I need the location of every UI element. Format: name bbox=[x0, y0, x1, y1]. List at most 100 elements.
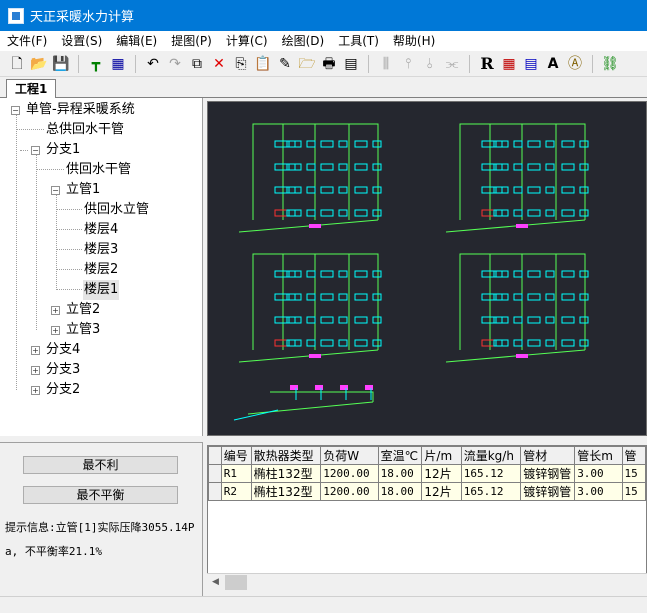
tree-node-branch-1-pipe[interactable]: 供回水干管 bbox=[66, 160, 131, 180]
tree-node-main-pipe[interactable]: 总供回水干管 bbox=[46, 120, 124, 140]
tree-node-riser-1[interactable]: 立管1 bbox=[66, 180, 100, 200]
col-diameter[interactable]: 管 bbox=[621, 446, 646, 465]
table-horizontal-scrollbar[interactable]: ◀ bbox=[207, 573, 647, 590]
radiator-symbol bbox=[338, 186, 348, 194]
cell[interactable]: 165.12 bbox=[460, 482, 522, 501]
grid-table-icon[interactable]: ▦ bbox=[109, 55, 127, 73]
cell[interactable]: 15 bbox=[621, 482, 646, 501]
tree-node-branch-1[interactable]: 分支1 bbox=[46, 140, 80, 160]
cell[interactable]: 15 bbox=[621, 464, 646, 483]
col-sections[interactable]: 片/m bbox=[421, 446, 462, 465]
riser-down-icon[interactable]: ⫰ bbox=[421, 55, 439, 73]
cell[interactable]: 165.12 bbox=[460, 464, 522, 483]
cell[interactable]: 椭柱132型 bbox=[250, 464, 322, 483]
menu-tools[interactable]: 工具(T) bbox=[331, 31, 386, 51]
cell[interactable]: 镀锌钢管 bbox=[520, 482, 576, 501]
tab-project-1[interactable]: 工程1 bbox=[6, 79, 57, 99]
resistance-icon[interactable]: R bbox=[478, 54, 496, 73]
new-file-icon[interactable]: 🗋 bbox=[8, 55, 26, 73]
most-unbalanced-button[interactable]: 最不平衡 bbox=[23, 486, 178, 504]
cell[interactable]: 1200.00 bbox=[320, 482, 379, 501]
branch-icon[interactable]: ⫘ bbox=[443, 55, 461, 73]
col-room-temp[interactable]: 室温℃ bbox=[377, 446, 423, 465]
col-id[interactable]: 编号 bbox=[220, 446, 252, 465]
edit-node-icon[interactable]: ✎ bbox=[276, 55, 294, 73]
tree-node-system[interactable]: 单管-异程采暖系统 bbox=[26, 100, 135, 120]
menu-settings[interactable]: 设置(S) bbox=[54, 31, 109, 51]
table-row[interactable]: R2 椭柱132型 1200.00 18.00 12片 165.12 镀锌钢管 … bbox=[208, 482, 646, 501]
collapse-icon[interactable]: − bbox=[11, 106, 20, 115]
cell[interactable]: 12片 bbox=[421, 482, 462, 501]
copy-icon[interactable]: ⎘ bbox=[232, 55, 250, 73]
menu-draw[interactable]: 绘图(D) bbox=[275, 31, 332, 51]
print-icon[interactable]: 🖶 bbox=[320, 55, 338, 73]
cell[interactable]: 18.00 bbox=[377, 464, 423, 483]
diagram-icon[interactable]: ⛓ bbox=[601, 55, 619, 73]
col-radiator-type[interactable]: 散热器类型 bbox=[250, 446, 322, 465]
cell[interactable]: 1200.00 bbox=[320, 464, 379, 483]
open-folder-icon[interactable]: 📂 bbox=[30, 55, 48, 73]
open-data-icon[interactable]: 🗁 bbox=[298, 55, 316, 73]
delete-icon[interactable]: ✕ bbox=[210, 55, 228, 73]
radiator-symbol bbox=[561, 316, 575, 324]
menu-file[interactable]: 文件(F) bbox=[0, 31, 54, 51]
expand-icon[interactable]: + bbox=[51, 326, 60, 335]
cell[interactable]: 3.00 bbox=[574, 464, 623, 483]
save-icon[interactable]: 💾 bbox=[52, 55, 70, 73]
scroll-left-icon[interactable]: ◀ bbox=[207, 574, 224, 591]
col-material[interactable]: 管材 bbox=[520, 446, 576, 465]
menu-calculate[interactable]: 计算(C) bbox=[219, 31, 275, 51]
tree-node-riser-2[interactable]: 立管2 bbox=[66, 300, 100, 320]
new-node-icon[interactable]: ⧉ bbox=[188, 55, 206, 73]
row-header[interactable] bbox=[208, 482, 222, 501]
align-icon[interactable]: ⫼ bbox=[377, 55, 395, 73]
cell[interactable]: 3.00 bbox=[574, 482, 623, 501]
menu-help[interactable]: 帮助(H) bbox=[386, 31, 442, 51]
collapse-icon[interactable]: − bbox=[51, 186, 60, 195]
cell[interactable]: R2 bbox=[220, 482, 252, 501]
radiator-symbol bbox=[286, 339, 296, 347]
col-load[interactable]: 负荷W bbox=[320, 446, 379, 465]
drawing-canvas[interactable] bbox=[207, 101, 647, 436]
radiator-symbol bbox=[481, 140, 495, 148]
toolbar: 🗋 📂 💾 ┳ ▦ ↶ ↷ ⧉ ✕ ⎘ 📋 ✎ 🗁 🖶 ▤ ⫼ ⫯ ⫰ ⫘ R … bbox=[0, 51, 647, 77]
expand-icon[interactable]: + bbox=[31, 366, 40, 375]
table-row[interactable]: R1 椭柱132型 1200.00 18.00 12片 165.12 镀锌钢管 … bbox=[208, 464, 646, 483]
cell[interactable]: 12片 bbox=[421, 464, 462, 483]
table-edit-icon[interactable]: ▦ bbox=[500, 55, 518, 73]
text-frame-icon[interactable]: Ⓐ bbox=[566, 55, 584, 73]
menu-edit[interactable]: 编辑(E) bbox=[109, 31, 164, 51]
tree-node-riser-3[interactable]: 立管3 bbox=[66, 320, 100, 340]
tree-node-floor-3[interactable]: 楼层3 bbox=[84, 240, 118, 260]
redo-icon[interactable]: ↷ bbox=[166, 55, 184, 73]
cell[interactable]: R1 bbox=[220, 464, 252, 483]
col-length[interactable]: 管长m bbox=[574, 446, 623, 465]
tree-node-branch-3[interactable]: 分支3 bbox=[46, 360, 80, 380]
tree-node-riser-1-pipe[interactable]: 供回水立管 bbox=[84, 200, 149, 220]
tree-node-floor-4[interactable]: 楼层4 bbox=[84, 220, 118, 240]
col-flow[interactable]: 流量kg/h bbox=[460, 446, 522, 465]
tree-node-floor-2[interactable]: 楼层2 bbox=[84, 260, 118, 280]
cell[interactable]: 椭柱132型 bbox=[250, 482, 322, 501]
tree-node-branch-2[interactable]: 分支2 bbox=[46, 380, 80, 400]
riser-up-icon[interactable]: ⫯ bbox=[399, 55, 417, 73]
radiator-symbol bbox=[320, 270, 334, 278]
collapse-icon[interactable]: − bbox=[31, 146, 40, 155]
tree-node-floor-1[interactable]: 楼层1 bbox=[83, 280, 120, 300]
worst-loop-button[interactable]: 最不利 bbox=[23, 456, 178, 474]
cell[interactable]: 18.00 bbox=[377, 482, 423, 501]
scroll-thumb[interactable] bbox=[225, 575, 247, 590]
report-icon[interactable]: ▤ bbox=[522, 55, 540, 73]
text-style-icon[interactable]: A bbox=[544, 55, 562, 73]
expand-icon[interactable]: + bbox=[31, 346, 40, 355]
paste-icon[interactable]: 📋 bbox=[254, 55, 272, 73]
menu-extract[interactable]: 提图(P) bbox=[164, 31, 219, 51]
cell[interactable]: 镀锌钢管 bbox=[520, 464, 576, 483]
expand-icon[interactable]: + bbox=[31, 386, 40, 395]
calc-icon[interactable]: ▤ bbox=[342, 55, 360, 73]
row-header[interactable] bbox=[208, 464, 222, 483]
expand-icon[interactable]: + bbox=[51, 306, 60, 315]
undo-icon[interactable]: ↶ bbox=[144, 55, 162, 73]
pipe-icon[interactable]: ┳ bbox=[87, 55, 105, 73]
tree-node-branch-4[interactable]: 分支4 bbox=[46, 340, 80, 360]
